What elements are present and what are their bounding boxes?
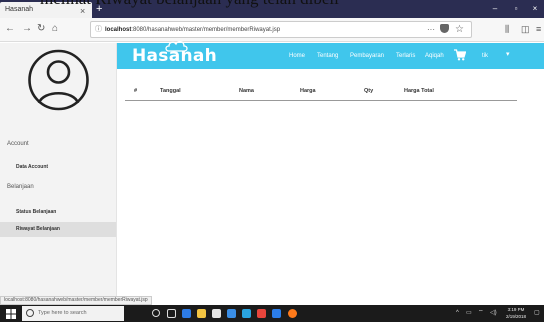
menu-home[interactable]: Home: [289, 50, 305, 62]
menu-user[interactable]: tik: [482, 50, 488, 62]
windows-start-icon[interactable]: [6, 309, 16, 319]
forward-icon[interactable]: →: [22, 23, 32, 35]
account-heading: Account: [7, 141, 29, 147]
app-icon[interactable]: [242, 309, 251, 318]
menu-aqiqah[interactable]: Aqiqah: [425, 50, 444, 62]
main-content: Hasanah Home Tentang Pembayaran Terlaris…: [117, 40, 544, 296]
battery-icon[interactable]: ▭: [466, 308, 472, 319]
chevron-down-icon[interactable]: ▾: [506, 49, 510, 61]
menu-terlaris[interactable]: Terlaris: [396, 50, 415, 62]
url-text: localhost:8080/hasanahweb/master/member/…: [105, 23, 280, 37]
screen: Hasanah × + – ▫ × melihat Riwayat belanj…: [0, 0, 544, 322]
sidebar-item-data-account[interactable]: Data Account: [0, 160, 116, 175]
notifications-icon[interactable]: ▢: [534, 308, 540, 319]
app-icon-3[interactable]: [272, 309, 281, 318]
sidebar-item-riwayat-belanjaan[interactable]: Riwayat Belanjaan: [0, 222, 116, 237]
belanjaan-heading: Belanjaan: [7, 184, 34, 190]
library-icon[interactable]: ⫼: [505, 23, 509, 35]
sidebar-toggle-icon[interactable]: ◫: [521, 23, 530, 35]
taskbar-search-box[interactable]: Type here to search: [22, 306, 124, 321]
address-bar[interactable]: ⓘ localhost:8080/hasanahweb/master/membe…: [90, 21, 472, 38]
mail-icon[interactable]: [227, 309, 236, 318]
task-view-icon[interactable]: [167, 309, 176, 318]
avatar-icon: [28, 49, 89, 111]
app-icon-2[interactable]: [257, 309, 266, 318]
clock-date: 2/19/2018: [506, 314, 527, 319]
column-header-number: #: [134, 88, 138, 94]
search-icon: [26, 309, 34, 317]
file-explorer-icon[interactable]: [197, 309, 206, 318]
caption: melihat Riwayat belanjaan yang telah dib…: [40, 0, 540, 8]
bookmark-star-icon[interactable]: ☆: [455, 22, 464, 37]
table-header-divider: [125, 100, 517, 101]
info-icon[interactable]: ⓘ: [95, 23, 102, 37]
column-header-qty: Qty: [364, 88, 374, 94]
column-header-harga: Harga: [300, 88, 316, 94]
search-placeholder: Type here to search: [38, 310, 87, 316]
sidebar-item-status-belanjaan[interactable]: Status Belanjaan: [0, 205, 116, 220]
home-icon[interactable]: ⌂: [52, 23, 58, 35]
cart-icon[interactable]: [454, 49, 466, 61]
cloud-logo-icon: [165, 40, 188, 52]
url-path: :8080/hasanahweb/master/member/memberRiw…: [131, 27, 281, 33]
column-header-tanggal: Tanggal: [160, 88, 181, 94]
back-icon[interactable]: ←: [5, 23, 15, 35]
tray-chevron-icon[interactable]: ^: [456, 308, 459, 319]
menu-tentang[interactable]: Tentang: [317, 50, 338, 62]
column-header-nama: Nama: [239, 88, 254, 94]
browser-nav-bar: ← → ↻ ⌂ ⓘ localhost:8080/hasanahweb/mast…: [0, 18, 544, 42]
url-host: localhost: [105, 27, 132, 33]
top-navbar: Hasanah Home Tentang Pembayaran Terlaris…: [117, 40, 544, 69]
firefox-icon[interactable]: [288, 309, 297, 318]
reload-icon[interactable]: ↻: [37, 23, 45, 35]
store-icon[interactable]: [212, 309, 221, 318]
column-header-harga-total: Harga Total: [404, 88, 434, 94]
cortana-icon[interactable]: [152, 309, 160, 317]
taskbar-clock[interactable]: 3:19 PM 2/19/2018: [506, 306, 526, 320]
menu-pembayaran[interactable]: Pembayaran: [350, 50, 384, 62]
network-icon[interactable]: ⌔: [478, 308, 484, 319]
edge-icon[interactable]: [182, 309, 191, 318]
menu-icon[interactable]: ≡: [536, 23, 541, 35]
clock-time: 3:19 PM: [507, 307, 525, 312]
sidebar: Account Data Account Belanjaan Status Be…: [0, 43, 117, 296]
status-url: localhost:8080/hasanahweb/master/member/…: [0, 296, 152, 305]
volume-icon[interactable]: ◁): [490, 308, 497, 319]
page-actions-icon[interactable]: ···: [427, 23, 435, 37]
taskbar: Type here to search ^ ▭ ⌔ ◁) 3:19 PM 2/1…: [0, 305, 544, 322]
pocket-icon[interactable]: [440, 24, 449, 33]
tab-title: Hasanah: [5, 6, 34, 13]
